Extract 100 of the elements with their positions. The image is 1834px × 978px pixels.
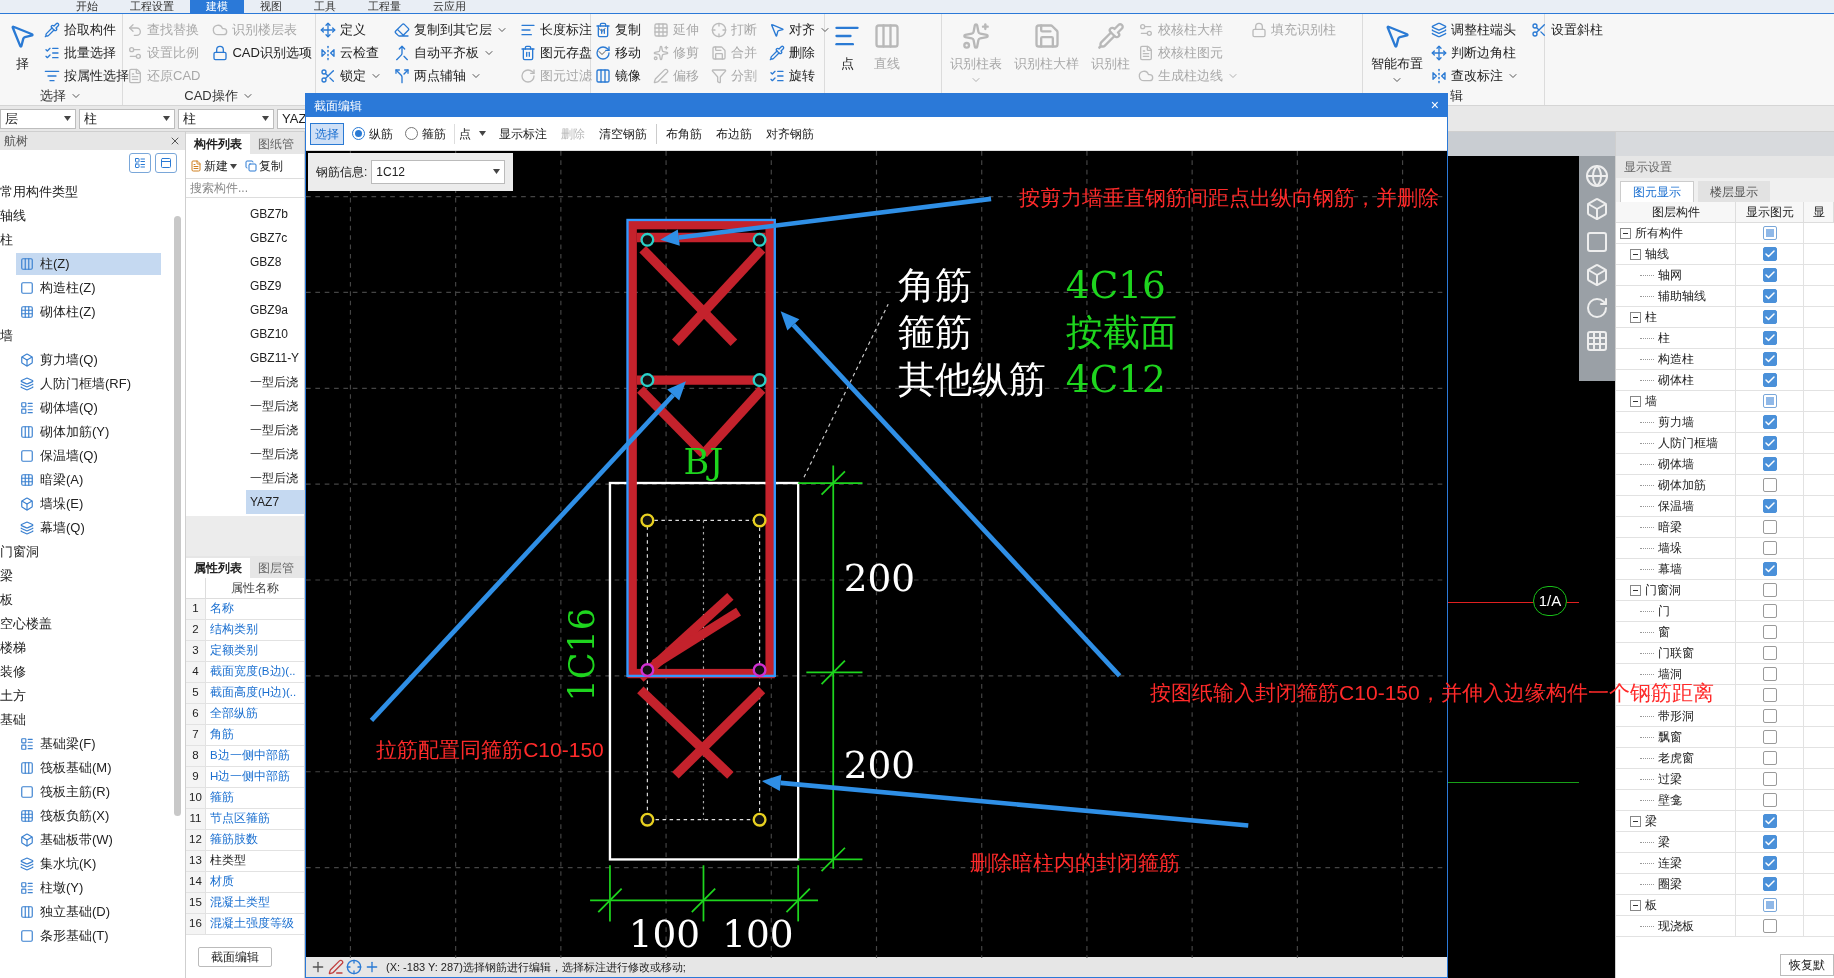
tree-item[interactable]: 人防门框墙(RF) [16,373,161,395]
checkbox[interactable] [1762,835,1777,849]
component-item[interactable]: 一型后浇 [246,442,304,466]
tree-item[interactable]: 基础 [0,708,150,732]
checkbox[interactable] [1762,898,1777,912]
tree-item[interactable]: 门窗洞 [0,540,150,564]
panel-tab[interactable]: 图层管 [250,558,302,578]
search-field[interactable]: 搜索构件... [186,178,304,198]
component-item[interactable]: 一型后浇 [246,466,304,490]
scrollbar[interactable] [174,216,181,816]
tree-item[interactable]: 楼梯 [0,636,150,660]
tree-item[interactable]: 条形基础(T) [16,925,161,947]
checkbox[interactable] [1762,814,1777,828]
tree-item[interactable]: 梁 [0,564,150,588]
tree-item[interactable]: 幕墙(Q) [16,517,161,539]
ribbon-button[interactable]: CAD识别选项 [212,41,312,64]
crosshair-icon[interactable] [346,959,362,976]
tree-item[interactable]: 暗梁(A) [16,469,161,491]
ribbon-button[interactable]: 复制到其它层 [394,18,508,41]
collapse-icon[interactable] [1630,584,1641,596]
checkbox[interactable] [1762,751,1777,765]
panel-tab[interactable]: 属性列表 [186,558,250,578]
checkbox[interactable] [1762,730,1777,744]
app-tab[interactable]: 工程设置 [114,0,190,13]
tree-item[interactable]: 土方 [0,684,150,708]
ribbon-button[interactable]: 旋转 [769,64,831,87]
app-tab[interactable]: 开始 [60,0,114,13]
checkbox[interactable] [1762,646,1777,660]
point-dropdown[interactable]: 点 [454,123,490,144]
app-tab[interactable]: 工具 [298,0,352,13]
checkbox[interactable] [1762,520,1777,534]
checkbox[interactable] [1762,772,1777,786]
collapse-icon[interactable] [1620,227,1631,239]
ribbon-button[interactable]: 查改标注 [1431,64,1519,87]
checkbox[interactable] [1762,226,1777,240]
checkbox[interactable] [1762,688,1777,702]
component-item[interactable]: GBZ8 [246,250,304,274]
tree-item[interactable]: 柱(Z) [16,253,161,275]
panel-tab[interactable]: 图元显示 [1620,181,1694,202]
radio-button[interactable]: 纵筋 [348,124,397,143]
tree-item[interactable]: 轴线 [0,204,150,228]
tree-item[interactable]: 筏板基础(M) [16,757,161,779]
checkbox[interactable] [1762,352,1777,366]
checkbox[interactable] [1762,562,1777,576]
component-item[interactable]: 一型后浇 [246,418,304,442]
tree-item[interactable]: 装修 [0,660,150,684]
rebar-dropdown[interactable]: 1C12 [371,159,505,184]
checkbox[interactable] [1762,310,1777,324]
checkbox[interactable] [1762,415,1777,429]
tree-item[interactable]: 柱 [0,228,150,252]
ribbon-button[interactable]: 设置斜柱 [1531,18,1603,41]
tree-item[interactable]: 保温墙(Q) [16,445,161,467]
component-item[interactable]: GBZ10 [246,322,304,346]
ribbon-button[interactable]: 批量选择 [44,41,129,64]
close-icon[interactable] [169,135,181,147]
ribbon-button[interactable]: 按属性选择 [44,64,129,87]
ribbon-button[interactable]: 两点辅轴 [394,64,508,87]
panel-view-button[interactable] [155,153,177,173]
checkbox[interactable] [1762,499,1777,513]
checkbox[interactable] [1762,793,1777,807]
checkbox[interactable] [1762,919,1777,933]
restore-button[interactable]: 恢复默 [1780,954,1834,976]
ribbon-button[interactable]: 锁定 [320,64,382,87]
checkbox[interactable] [1762,247,1777,261]
ribbon-button[interactable]: 调整柱端头 [1431,18,1519,41]
collapse-icon[interactable] [1630,815,1641,827]
ribbon-button[interactable]: 点 [829,18,865,87]
tree-item[interactable]: 墙 [0,324,150,348]
new-button[interactable]: 新建 [190,157,237,175]
ribbon-button[interactable]: 自动平齐板 [394,41,508,64]
component-item[interactable]: GBZ7c [246,226,304,250]
checkbox[interactable] [1762,394,1777,408]
section-edit-button[interactable]: 截面编辑 [198,946,272,967]
app-tab[interactable]: 工程量 [352,0,417,13]
checkbox[interactable] [1762,709,1777,723]
close-button[interactable]: × [1430,95,1439,117]
filter-dropdown[interactable]: 柱 [178,108,274,129]
app-tab[interactable]: 云应用 [417,0,482,13]
tree-item[interactable]: 剪力墙(Q) [16,349,161,371]
tree-item[interactable]: 基础板带(W) [16,829,161,851]
tree-item[interactable]: 板 [0,588,150,612]
tree-item[interactable]: 独立基础(D) [16,901,161,923]
grid-icon[interactable] [1585,329,1609,353]
checkbox[interactable] [1762,373,1777,387]
app-tab[interactable]: 建模 [190,0,244,13]
checkbox[interactable] [1762,604,1777,618]
checkbox[interactable] [1762,268,1777,282]
tree-item[interactable]: 砌体柱(Z) [16,301,161,323]
checkbox[interactable] [1762,667,1777,681]
panel-tab[interactable]: 构件列表 [186,134,250,154]
panel-tab[interactable]: 图纸管 [250,134,302,154]
cube-icon[interactable] [1585,263,1609,287]
component-item[interactable]: GBZ9a [246,298,304,322]
tree-item[interactable]: 柱墩(Y) [16,877,161,899]
checkbox[interactable] [1762,625,1777,639]
component-item[interactable]: GBZ9 [246,274,304,298]
checkbox[interactable] [1762,478,1777,492]
checkbox[interactable] [1762,856,1777,870]
panel-tab[interactable]: 楼层显示 [1698,181,1770,202]
radio-button[interactable]: 箍筋 [401,124,450,143]
